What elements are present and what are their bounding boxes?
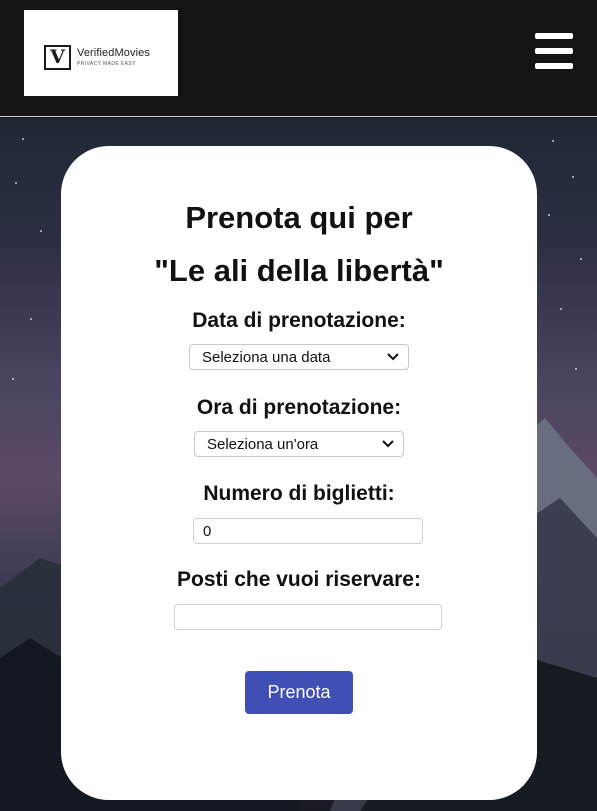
logo-mark: V [44,45,71,70]
seats-input[interactable] [174,604,442,630]
hamburger-menu-icon[interactable] [535,33,573,69]
date-select[interactable]: Seleziona una data [189,344,409,370]
brand-tagline: PRIVACY MADE EASY [77,61,136,67]
chevron-down-icon [382,440,394,448]
date-select-value: Seleziona una data [202,348,331,366]
time-select[interactable]: Seleziona un'ora [194,431,404,457]
time-select-value: Seleziona un'ora [207,435,319,453]
tickets-input[interactable]: 0 [193,518,423,544]
page-title-line1: Prenota qui per [185,200,413,235]
date-label: Data di prenotazione: [192,309,406,332]
navbar: V VerifiedMovies PRIVACY MADE EASY [0,0,597,117]
page-title-line2: "Le ali della libertà" [154,253,444,288]
chevron-down-icon [387,353,399,361]
submit-button[interactable]: Prenota [245,671,353,714]
brand-logo[interactable]: V VerifiedMovies PRIVACY MADE EASY [24,10,178,96]
time-label: Ora di prenotazione: [196,396,402,419]
tickets-label: Numero di biglietti: [203,482,395,505]
seats-label: Posti che vuoi riservare: [177,568,421,591]
brand-name: VerifiedMovies [77,47,150,59]
booking-card: Prenota qui per "Le ali della libertà" D… [61,146,537,800]
